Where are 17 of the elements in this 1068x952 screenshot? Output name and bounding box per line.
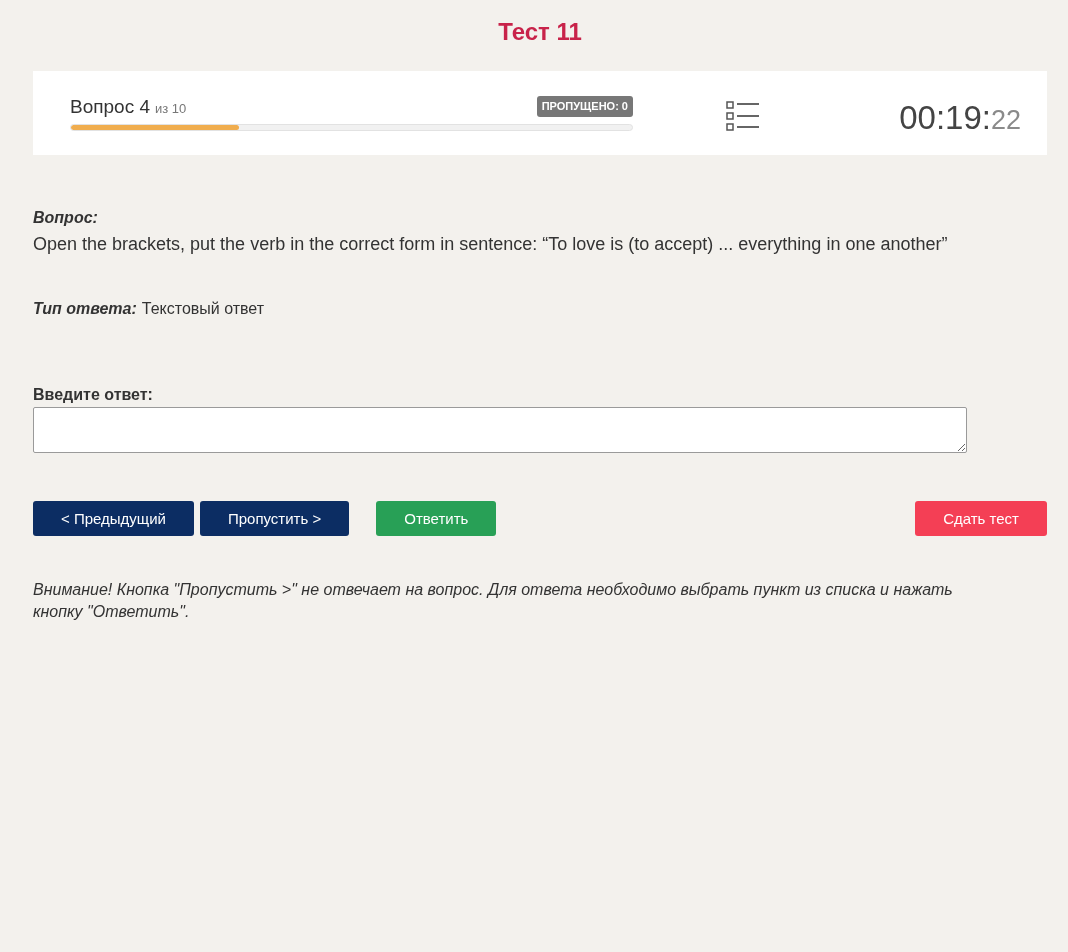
answer-type-label: Тип ответа: [33, 299, 137, 319]
finish-test-button[interactable]: Сдать тест [915, 501, 1047, 536]
notice-text: Внимание! Кнопка "Пропустить >" не отвечает на вопрос. Для ответа необходимо выбрать пункт из списка и нажать кнопку "Ответить". [33, 580, 954, 622]
nav-button[interactable]: Пропустить > [199, 501, 350, 536]
timer-seconds: 22 [990, 104, 1021, 137]
timer-time: 00:19: [899, 98, 991, 138]
answer-type-value: Текстовый ответ [141, 299, 265, 319]
question-text: Open the brackets, put the verb in the correct form in sentence: “To love is (to accept) ... everything in one another” [33, 233, 948, 256]
question-number: Вопрос 4 [70, 95, 150, 119]
question-total: из 10 [155, 101, 187, 117]
test-title: Тест 11 [498, 19, 582, 45]
answer-label: Введите ответ: [33, 385, 153, 405]
question-list-icon[interactable] [726, 101, 760, 131]
skipped-badge: ПРОПУЩЕНО: 0 [536, 96, 633, 117]
nav-button[interactable]: < Предыдущий [33, 501, 194, 536]
answer-field[interactable] [33, 407, 967, 453]
question-label: Вопрос: [33, 208, 98, 228]
